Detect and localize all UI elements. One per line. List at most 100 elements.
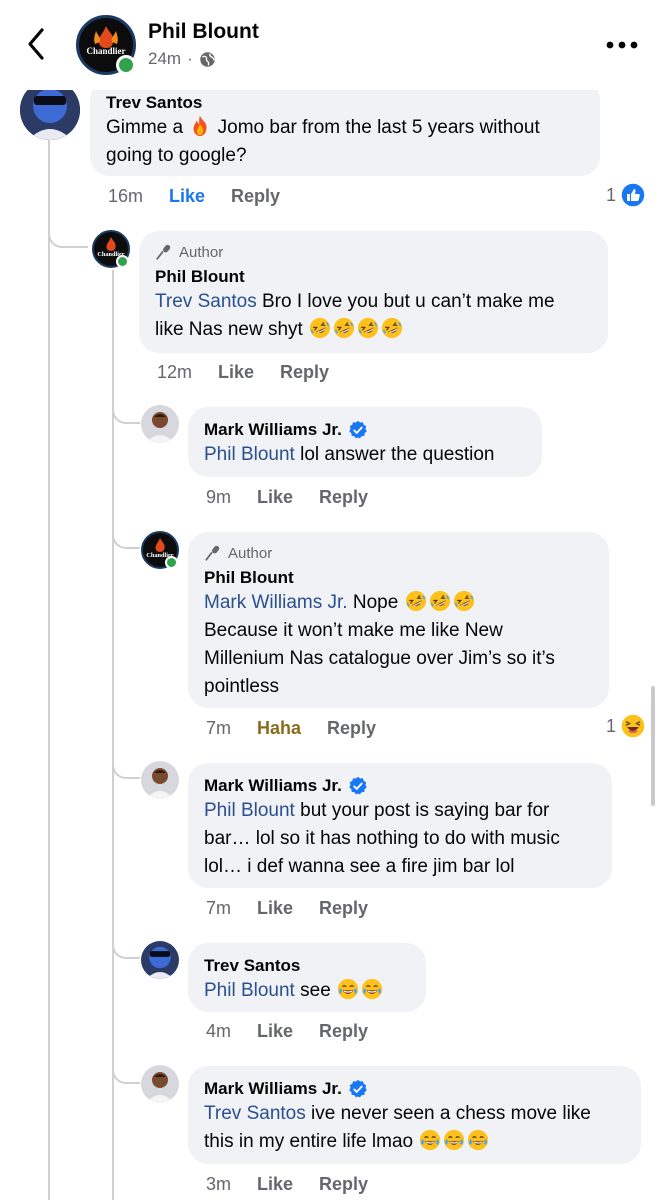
thumbs-up-reaction-icon bbox=[620, 182, 646, 208]
tears-of-joy-emoji-icon bbox=[467, 1129, 489, 1151]
rolling-laugh-emoji-icon bbox=[381, 317, 403, 339]
comment-actions: 12m Like Reply bbox=[157, 362, 355, 383]
comment-bubble: Trev Santos Gimme a Jomo bar from the la… bbox=[90, 80, 600, 176]
like-button[interactable]: Like bbox=[257, 1174, 293, 1195]
avatar-mark-williams[interactable] bbox=[141, 1065, 179, 1103]
comment-author-name[interactable]: Trev Santos bbox=[204, 955, 410, 977]
online-indicator bbox=[116, 255, 129, 268]
mention-link[interactable]: Trev Santos bbox=[155, 291, 257, 312]
comment-text: Trev Santos ive never seen a chess move … bbox=[204, 1103, 591, 1152]
reply-button[interactable]: Reply bbox=[280, 362, 329, 383]
thread-curve bbox=[112, 915, 140, 959]
comment-actions: 9m Like Reply bbox=[206, 487, 394, 508]
comment-author-name[interactable]: Trev Santos bbox=[106, 92, 584, 114]
reply-button[interactable]: Reply bbox=[319, 1174, 368, 1195]
comment-text: Trev Santos Bro I love you but u can’t m… bbox=[155, 291, 555, 340]
thread-line-main bbox=[48, 140, 50, 1200]
mention-link[interactable]: Phil Blount bbox=[204, 800, 295, 821]
comment-time[interactable]: 9m bbox=[206, 487, 231, 508]
comment-bubble: Mark Williams Jr. Phil Blount but your p… bbox=[188, 763, 612, 888]
online-indicator bbox=[116, 55, 136, 75]
comment-actions: 7m Haha Reply bbox=[206, 718, 402, 739]
like-button[interactable]: Like bbox=[257, 487, 293, 508]
reaction-summary[interactable]: 1 bbox=[606, 713, 646, 739]
reply-button[interactable]: Reply bbox=[319, 487, 368, 508]
mention-link[interactable]: Mark Williams Jr. bbox=[204, 592, 348, 613]
thread-curve bbox=[48, 200, 88, 248]
online-indicator bbox=[165, 556, 178, 569]
rolling-laugh-emoji-icon bbox=[309, 317, 331, 339]
more-horizontal-icon[interactable] bbox=[606, 40, 638, 50]
avatar-mark-williams[interactable] bbox=[141, 761, 179, 799]
scrollbar[interactable] bbox=[651, 686, 655, 806]
comment-author-name[interactable]: Mark Williams Jr. bbox=[204, 775, 596, 797]
tears-of-joy-emoji-icon bbox=[337, 978, 359, 1000]
like-button[interactable]: Like bbox=[257, 1021, 293, 1042]
tears-of-joy-emoji-icon bbox=[361, 978, 383, 1000]
comment-text: Gimme a Jomo bar from the last 5 years w… bbox=[106, 115, 540, 166]
avatar-mark-williams[interactable] bbox=[141, 405, 179, 443]
comment-time[interactable]: 16m bbox=[108, 186, 143, 207]
reply-button[interactable]: Reply bbox=[327, 718, 376, 739]
rolling-laugh-emoji-icon bbox=[333, 317, 355, 339]
comment-actions: 16m Like Reply bbox=[108, 186, 306, 207]
comment-time[interactable]: 4m bbox=[206, 1021, 231, 1042]
reply-button[interactable]: Reply bbox=[231, 186, 280, 207]
mention-link[interactable]: Phil Blount bbox=[204, 444, 295, 465]
rolling-laugh-emoji-icon bbox=[453, 590, 475, 612]
rolling-laugh-emoji-icon bbox=[405, 590, 427, 612]
author-badge: Author bbox=[155, 243, 592, 261]
comment-bubble: Trev Santos Phil Blount see bbox=[188, 943, 426, 1012]
comment-actions: 4m Like Reply bbox=[206, 1021, 394, 1042]
comment-bubble: Mark Williams Jr. Trev Santos ive never … bbox=[188, 1066, 641, 1164]
post-time[interactable]: 24m bbox=[148, 49, 181, 69]
thread-curve bbox=[112, 1040, 140, 1084]
thread-curve bbox=[112, 505, 140, 549]
rolling-laugh-emoji-icon bbox=[357, 317, 379, 339]
like-button[interactable]: Like bbox=[169, 186, 205, 207]
fire-emoji-icon bbox=[189, 115, 211, 137]
post-meta: 24m · bbox=[148, 49, 216, 69]
logo-text: Chandlier bbox=[86, 46, 125, 56]
comment-author-name[interactable]: Mark Williams Jr. bbox=[204, 1078, 625, 1100]
microphone-icon bbox=[204, 544, 222, 562]
comment-text: Phil Blount see bbox=[204, 977, 410, 1005]
page-title[interactable]: Phil Blount bbox=[148, 20, 259, 44]
reaction-count: 1 bbox=[606, 715, 617, 736]
comment-time[interactable]: 12m bbox=[157, 362, 192, 383]
verified-badge-icon bbox=[348, 1079, 368, 1099]
like-button[interactable]: Like bbox=[257, 898, 293, 919]
comment-bubble: Author Phil Blount Mark Williams Jr. Nop… bbox=[188, 532, 609, 708]
reaction-summary[interactable]: 1 bbox=[606, 182, 646, 208]
comment-bubble: Author Phil Blount Trev Santos Bro I lov… bbox=[139, 231, 608, 353]
comment-author-name[interactable]: Mark Williams Jr. bbox=[204, 419, 526, 441]
chevron-left-icon[interactable] bbox=[22, 26, 52, 62]
comment-time[interactable]: 7m bbox=[206, 898, 231, 919]
comment-time[interactable]: 7m bbox=[206, 718, 231, 739]
laughing-reaction-icon bbox=[620, 713, 646, 739]
rolling-laugh-emoji-icon bbox=[429, 590, 451, 612]
thread-curve bbox=[112, 735, 140, 779]
comment-actions: 7m Like Reply bbox=[206, 898, 394, 919]
comment-bubble: Mark Williams Jr. Phil Blount lol answer… bbox=[188, 407, 542, 477]
author-badge: Author bbox=[204, 544, 593, 562]
verified-badge-icon bbox=[348, 420, 368, 440]
haha-button[interactable]: Haha bbox=[257, 718, 301, 739]
reply-button[interactable]: Reply bbox=[319, 898, 368, 919]
comment-text: Phil Blount but your post is saying bar … bbox=[204, 800, 560, 877]
comment-author-name[interactable]: Phil Blount bbox=[155, 266, 592, 288]
thread-curve bbox=[112, 380, 140, 424]
comment-text: Mark Williams Jr. Nope Because it won’t … bbox=[204, 589, 593, 701]
microphone-icon bbox=[155, 243, 173, 261]
avatar-trev-santos[interactable] bbox=[141, 941, 179, 979]
comment-time[interactable]: 3m bbox=[206, 1174, 231, 1195]
like-button[interactable]: Like bbox=[218, 362, 254, 383]
comment-actions: 3m Like Reply bbox=[206, 1174, 394, 1195]
mention-link[interactable]: Phil Blount bbox=[204, 980, 295, 1001]
mention-link[interactable]: Trev Santos bbox=[204, 1103, 306, 1124]
reply-button[interactable]: Reply bbox=[319, 1021, 368, 1042]
comment-author-name[interactable]: Phil Blount bbox=[204, 567, 593, 589]
reaction-count: 1 bbox=[606, 184, 617, 205]
tears-of-joy-emoji-icon bbox=[419, 1129, 441, 1151]
globe-icon bbox=[200, 51, 215, 67]
